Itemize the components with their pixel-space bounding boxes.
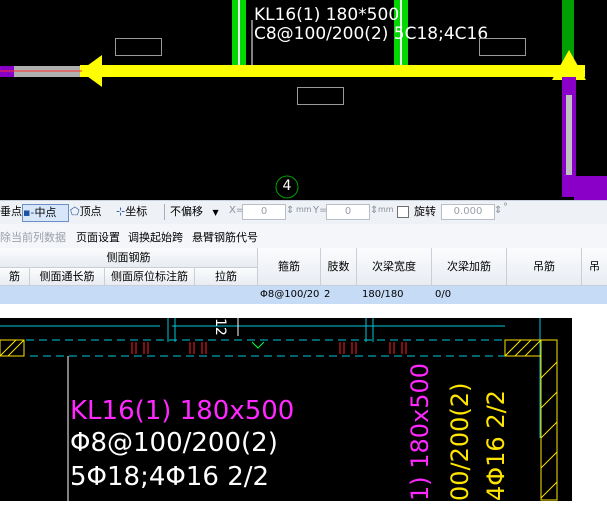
yellow-beam	[80, 65, 585, 77]
menu-delete-column-data[interactable]: 除当前列数据	[0, 229, 66, 245]
rotate-checkbox[interactable]	[397, 206, 409, 218]
x-unit: mm	[296, 205, 312, 214]
degree-unit: °	[503, 202, 508, 213]
cad-top-view[interactable]: KL16(1) 180*500 C8@100/200(2) 5C18;4C16 …	[0, 0, 607, 200]
menu-cantilever-code[interactable]: 悬臂钢筋代号	[192, 229, 258, 245]
cell-legs[interactable]: 2	[324, 286, 330, 304]
coordinate-icon: ⊹	[116, 205, 126, 218]
y-unit: mm	[378, 205, 394, 214]
col-header-tie[interactable]: 拉筋	[195, 268, 258, 286]
cell-stirrup[interactable]: Φ8@100/20	[260, 286, 319, 304]
table-menu-row: 除当前列数据 页面设置 调换起始跨 悬臂钢筋代号	[0, 224, 607, 248]
beam-label-line2: Φ8@100/200(2)	[70, 428, 278, 458]
tb-midpoint-label: 中点	[34, 206, 57, 219]
vertical-rebar-label: 4Φ16 2/2	[482, 390, 510, 501]
dim-box-left	[115, 38, 162, 56]
x-input[interactable]: 0	[242, 204, 286, 220]
col-header-hanger[interactable]: 吊筋	[507, 248, 582, 286]
menu-page-setup[interactable]: 页面设置	[76, 229, 120, 245]
x-stepper-icon[interactable]: ⇕	[286, 205, 294, 216]
col-header-stirrup[interactable]: 箍筋	[258, 248, 321, 286]
y-input[interactable]: 0	[326, 204, 370, 220]
tb-vertical-point[interactable]: 垂点	[0, 204, 22, 220]
vertical-stirrup-label: 00/200(2)	[446, 382, 474, 501]
right-grey-column	[566, 95, 572, 175]
dim-text: 12	[212, 318, 228, 336]
col-header-hanger-more[interactable]: 吊	[582, 248, 607, 286]
rotate-stepper-icon[interactable]: ⇕	[494, 205, 502, 216]
beam-label-line1: KL16(1) 180*500	[254, 5, 400, 25]
column-left-core	[238, 0, 240, 66]
cell-secondary-rebar[interactable]: 0/0	[435, 286, 451, 304]
rotate-label: 旋转	[414, 205, 436, 218]
col-header-rebar[interactable]: 筋	[0, 268, 30, 286]
rotate-input[interactable]: 0.000	[441, 204, 495, 220]
tb-coordinate-button[interactable]: ⊹坐标	[116, 204, 147, 220]
beam-start-arrow	[80, 55, 102, 87]
green-marker	[251, 341, 265, 349]
cad-bottom-view[interactable]: 12 KL16(1) 180x500 Φ8@100/200(2) 5Φ18;4Φ…	[0, 318, 572, 501]
red-marks	[131, 342, 407, 354]
tb-vertex-button[interactable]: ⬠顶点	[70, 204, 102, 220]
offset-select-value: 不偏移	[170, 205, 203, 218]
midpoint-icon: ▪-	[23, 206, 35, 219]
tb-coordinate-label: 坐标	[125, 205, 148, 218]
menu-swap-start-span[interactable]: 调换起始跨	[128, 229, 183, 245]
toolbar-separator	[164, 204, 165, 220]
dim-box-right	[479, 38, 526, 56]
vertical-beam-label: 1) 180x500	[406, 362, 434, 501]
beam-label-line2: C8@100/200(2) 5C18;4C16	[254, 24, 489, 44]
col-header-secondary-width[interactable]: 次梁宽度	[357, 248, 432, 286]
offset-select[interactable]: 不偏移 ▼	[170, 204, 219, 220]
tb-midpoint-button[interactable]: ▪-中点	[22, 204, 69, 222]
col-header-side-continuous[interactable]: 侧面通长筋	[30, 268, 105, 286]
axis-number: 4	[282, 178, 292, 194]
vertex-icon: ⬠	[70, 205, 80, 218]
col-header-secondary-rebar[interactable]: 次梁加筋	[432, 248, 507, 286]
col-header-legs[interactable]: 肢数	[321, 248, 357, 286]
chevron-down-icon: ▼	[212, 208, 219, 217]
cell-secondary-width[interactable]: 180/180	[362, 286, 404, 304]
beam-label-line1: KL16(1) 180x500	[70, 396, 295, 426]
snap-toolbar: 垂点 ▪-中点 ⬠顶点 ⊹坐标 不偏移 ▼ X= 0 ⇕ mm Y= 0 ⇕ m…	[0, 200, 607, 225]
col-header-side-inplace[interactable]: 侧面原位标注筋	[105, 268, 195, 286]
right-purple-bottom	[574, 176, 607, 200]
beam-label-line3: 5Φ18;4Φ16 2/2	[70, 462, 270, 492]
dim-box-center	[297, 87, 344, 105]
left-hatch-box	[0, 339, 25, 357]
table-group-header: 侧面钢筋	[0, 248, 258, 268]
tb-vertex-label: 顶点	[79, 205, 102, 218]
